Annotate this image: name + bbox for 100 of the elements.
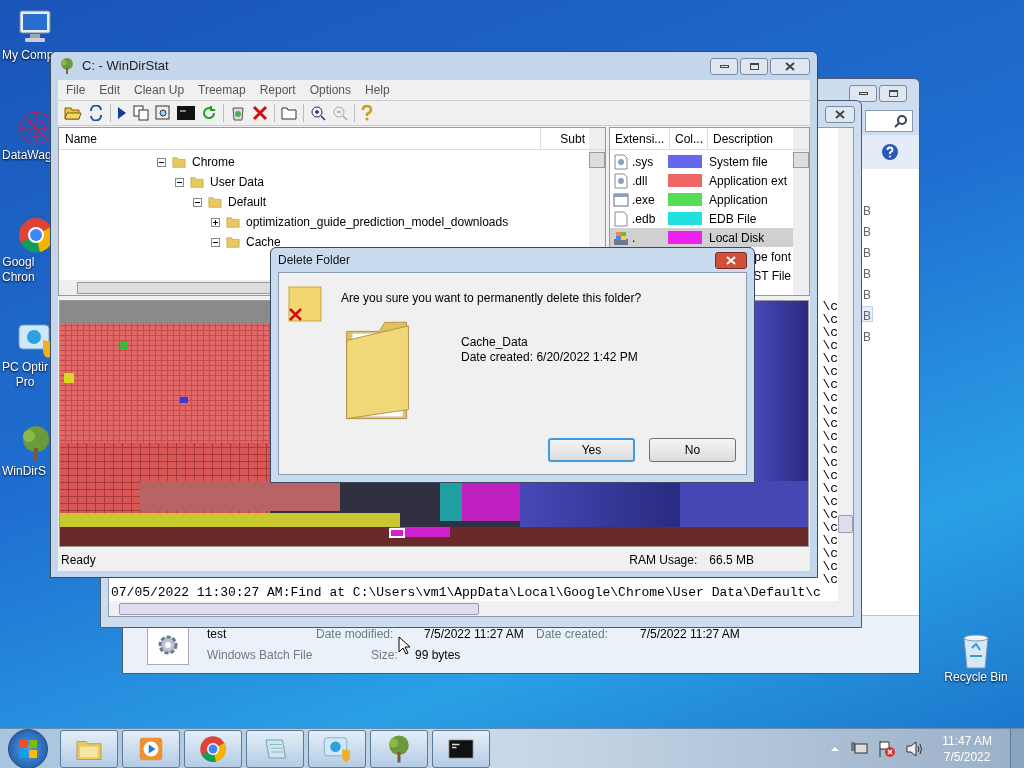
log-line: \c xyxy=(822,404,838,417)
gear-document-icon xyxy=(614,172,628,189)
column-header[interactable]: Subt xyxy=(541,128,589,149)
description-text: System file xyxy=(709,153,768,171)
collapse-icon[interactable] xyxy=(157,157,166,167)
log-line: \c xyxy=(822,417,838,430)
scrollbar-thumb[interactable] xyxy=(119,602,479,615)
log-line: \c xyxy=(822,365,838,378)
log-line: \c xyxy=(822,443,838,456)
menu-item[interactable]: File xyxy=(66,81,86,99)
menu-item[interactable]: Report xyxy=(259,81,296,99)
menu-item[interactable]: Help xyxy=(365,81,390,99)
collapse-icon[interactable] xyxy=(193,197,202,207)
recycle-bin-icon[interactable] xyxy=(230,105,246,121)
description-text: Local Disk xyxy=(709,229,765,247)
extension-row[interactable]: . Local Disk xyxy=(610,228,793,247)
extension-row[interactable]: .exe Application xyxy=(610,190,793,209)
maximize-button[interactable] xyxy=(740,57,768,75)
description-text: pe font xyxy=(754,248,791,266)
speaker-icon[interactable] xyxy=(906,740,925,757)
status-value: 66.5 MB xyxy=(709,552,754,569)
log-line: \c xyxy=(822,352,838,365)
description-text: Application xyxy=(709,191,768,209)
column-header[interactable]: Name xyxy=(59,128,541,149)
folder-icon xyxy=(208,195,222,209)
log-line: \c xyxy=(822,573,838,586)
status-text: Ready xyxy=(60,552,96,569)
console-icon[interactable] xyxy=(177,106,195,120)
size-cell-text: B xyxy=(862,245,872,259)
extension-row[interactable]: .dll Application ext xyxy=(610,171,793,190)
field-label: Size: xyxy=(371,647,399,664)
extension-text: .edb xyxy=(632,210,657,228)
desktop-icon-label[interactable]: Googl Chron xyxy=(2,255,35,285)
window-title: C: - WinDirStat xyxy=(82,57,169,76)
log-line: \c xyxy=(822,300,838,313)
network-icon[interactable] xyxy=(850,740,869,757)
log-line: \c xyxy=(822,482,838,495)
column-header[interactable]: Extensi... xyxy=(610,128,670,149)
close-button[interactable] xyxy=(715,251,747,269)
menu-item[interactable]: Clean Up xyxy=(134,81,185,99)
column-header[interactable]: Col... xyxy=(670,128,708,149)
file-name: test xyxy=(207,626,228,643)
field-label: Date created: xyxy=(536,626,610,643)
delete-icon[interactable] xyxy=(252,105,268,121)
scrollbar-thumb[interactable] xyxy=(589,152,605,168)
window-icon xyxy=(613,192,629,207)
close-button[interactable] xyxy=(825,105,855,123)
zoom-in-icon[interactable] xyxy=(310,105,326,121)
minimize-button[interactable] xyxy=(710,57,738,75)
log-line: \c xyxy=(822,391,838,404)
collapse-icon[interactable] xyxy=(211,237,220,247)
folder-name[interactable]: optimization_guide_prediction_model_downloads xyxy=(246,213,509,231)
folder-icon xyxy=(226,235,240,249)
log-line: \c xyxy=(822,560,838,573)
start-button[interactable] xyxy=(8,728,48,768)
scrollbar-thumb[interactable] xyxy=(793,152,809,168)
refresh-icon[interactable] xyxy=(88,105,104,121)
collapse-icon[interactable] xyxy=(175,177,184,187)
dialog-button[interactable]: Yes xyxy=(548,438,635,462)
log-line: \c xyxy=(822,534,838,547)
description-text: Application ext xyxy=(709,172,788,190)
date-modified: 7/5/2022 11:27 AM xyxy=(424,626,525,643)
dialog-title: Delete Folder xyxy=(278,252,351,269)
desktop-icon-label[interactable]: PC Optir Pro xyxy=(2,360,48,390)
tree-icon xyxy=(58,57,76,75)
desktop-icon-label[interactable]: Recycle Bin xyxy=(944,670,1008,685)
drive-icon xyxy=(613,229,629,246)
maximize-button[interactable] xyxy=(879,84,907,102)
extension-text: .sys xyxy=(632,153,655,171)
close-button[interactable] xyxy=(770,57,810,75)
search-icon[interactable] xyxy=(155,105,171,121)
extension-row[interactable]: .edb EDB File xyxy=(610,209,793,228)
scrollbar-thumb[interactable] xyxy=(838,515,853,533)
refresh-icon[interactable] xyxy=(201,105,217,121)
menu-item[interactable]: Edit xyxy=(99,81,121,99)
search-field[interactable] xyxy=(865,110,913,132)
taskbar-button[interactable] xyxy=(432,729,490,768)
size-cell-text: B xyxy=(862,329,872,343)
menu-item[interactable]: Options xyxy=(309,81,352,99)
expand-icon[interactable] xyxy=(211,217,220,227)
size-cell-text: B xyxy=(862,224,872,238)
folder-icon[interactable] xyxy=(281,106,297,120)
folder-name[interactable]: User Data xyxy=(210,173,265,191)
menu-item[interactable]: Treemap xyxy=(198,81,246,99)
log-line: \c xyxy=(822,339,838,352)
start-logo-icon xyxy=(18,738,38,759)
play-icon[interactable] xyxy=(117,106,127,120)
minimize-button[interactable] xyxy=(849,84,877,102)
desktop-icon-label[interactable]: WinDirS xyxy=(2,464,46,479)
document-icon xyxy=(614,210,628,227)
flag-icon[interactable] xyxy=(878,739,897,758)
help-icon[interactable] xyxy=(881,143,899,161)
column-header[interactable]: Description xyxy=(708,128,793,149)
folder-name[interactable]: Default xyxy=(228,193,267,211)
copy-icon[interactable] xyxy=(133,105,149,121)
extension-row[interactable]: .sys System file xyxy=(610,152,793,171)
open-folder-icon[interactable] xyxy=(64,105,82,121)
folder-name[interactable]: Chrome xyxy=(192,153,235,171)
dialog-button[interactable]: No xyxy=(649,438,736,462)
folder-name[interactable]: Cache xyxy=(246,233,281,251)
